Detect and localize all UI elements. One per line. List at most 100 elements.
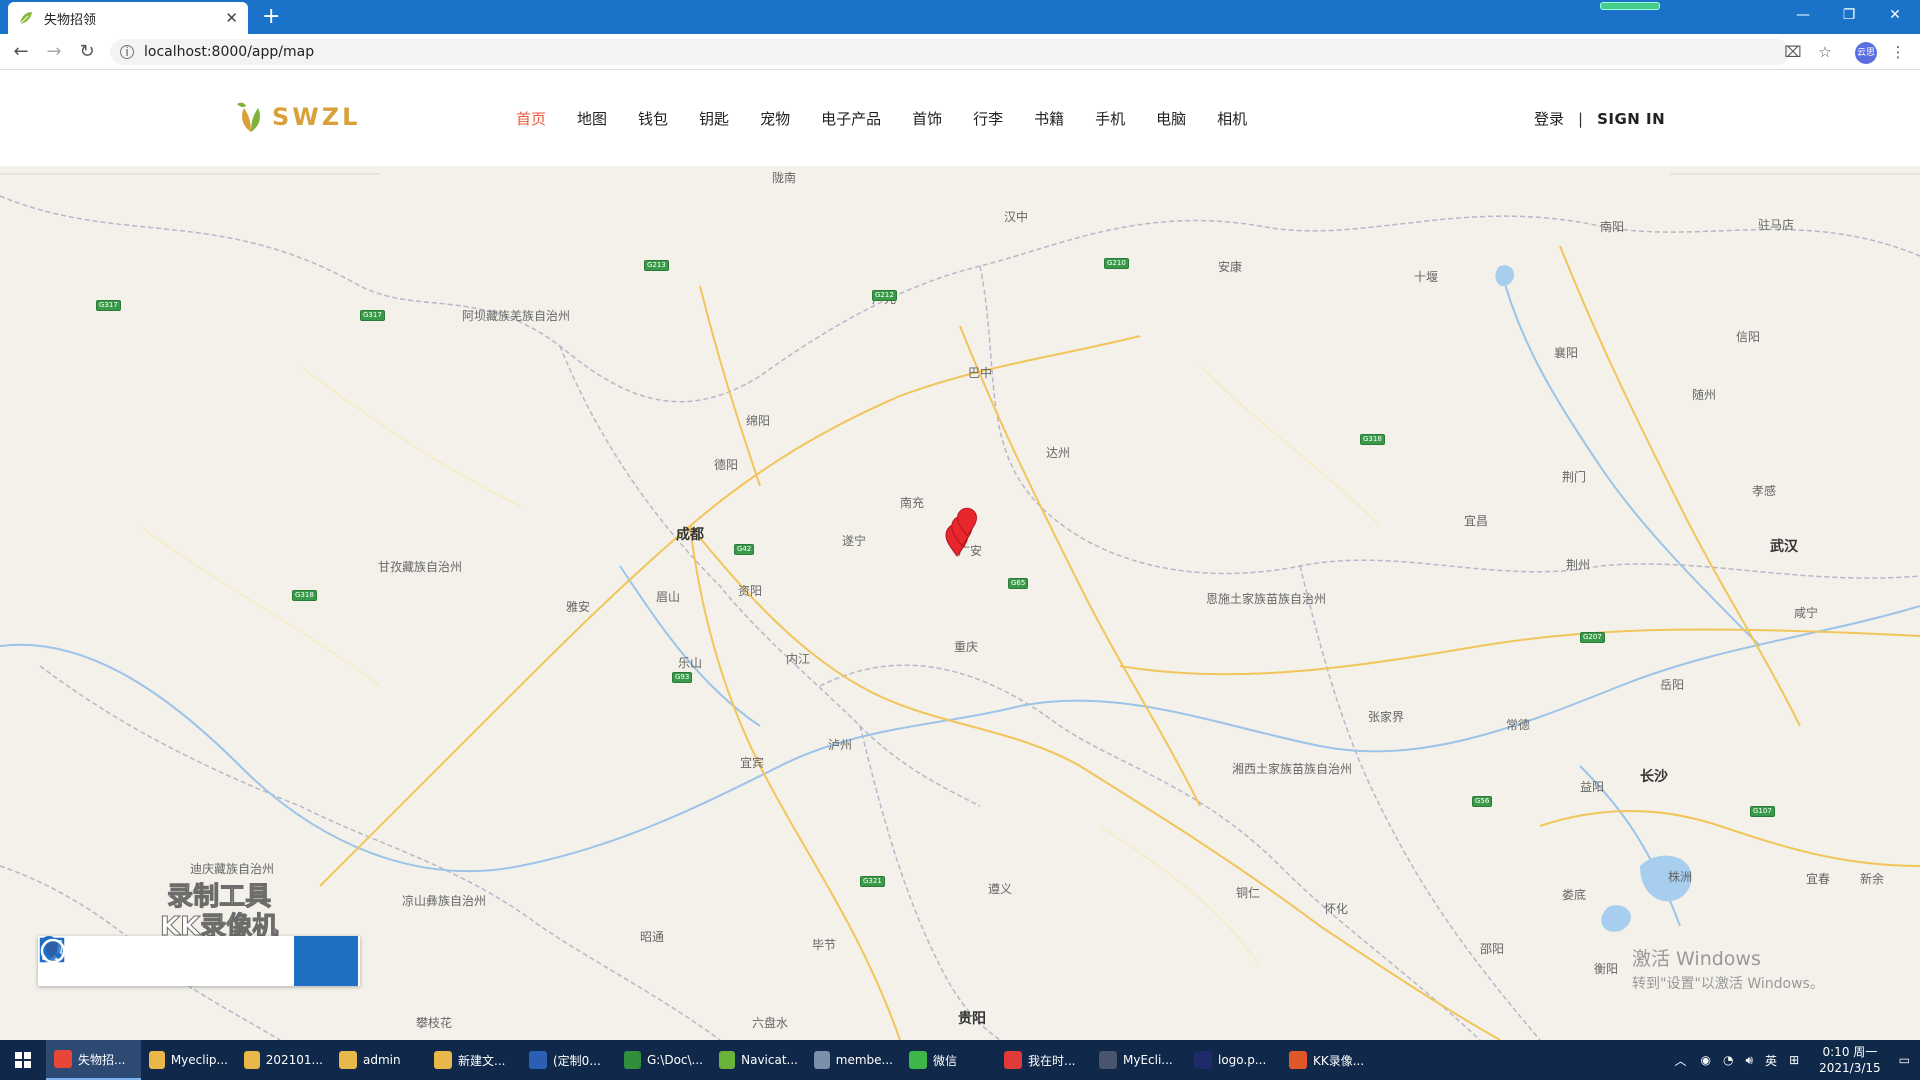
menu-dots-icon[interactable]: ⋮: [1888, 42, 1908, 62]
clock-time: 0:10 周一: [1822, 1045, 1878, 1059]
taskbar-app-button[interactable]: 202101...: [236, 1040, 331, 1080]
nav-item-luggage[interactable]: 行李: [973, 108, 1003, 129]
taskbar-clock[interactable]: 0:10 周一 2021/3/15: [1819, 1044, 1881, 1076]
taskbar-app-label: G:\Doc\...: [646, 1053, 703, 1067]
place-label: 常德: [1506, 718, 1531, 732]
app-icon: [909, 1051, 927, 1069]
wifi-icon[interactable]: ◔: [1723, 1053, 1733, 1067]
tray-overflow-icon[interactable]: ︿: [1675, 1052, 1687, 1069]
activate-title: 激活 Windows: [1632, 948, 1761, 970]
main-nav: 首页 地图 钱包 钥匙 宠物 电子产品 首饰 行李 书籍 手机 电脑 相机: [516, 108, 1278, 129]
nav-item-computers[interactable]: 电脑: [1156, 108, 1186, 129]
nav-item-keys[interactable]: 钥匙: [699, 108, 729, 129]
polyline-tool[interactable]: [40, 936, 166, 986]
taskbar-app-button[interactable]: membe...: [806, 1040, 901, 1080]
nav-item-home[interactable]: 首页: [516, 108, 546, 129]
nav-item-wallet[interactable]: 钱包: [638, 108, 668, 129]
forward-arrow-icon[interactable]: →: [43, 41, 65, 63]
taskbar-app-button[interactable]: (定制0...: [521, 1040, 616, 1080]
highway-shield: G93: [672, 672, 693, 683]
taskbar-app-label: logo.p...: [1218, 1053, 1267, 1067]
nav-item-cameras[interactable]: 相机: [1217, 108, 1247, 129]
highway-shield: G213: [644, 260, 669, 271]
taskbar-app-button[interactable]: KK录像...: [1281, 1040, 1376, 1080]
site-logo[interactable]: SWZL: [234, 100, 360, 134]
activate-subtitle: 转到"设置"以激活 Windows。: [1632, 976, 1824, 992]
tab-title: 失物招领: [44, 12, 97, 28]
login-link[interactable]: 登录: [1534, 108, 1564, 129]
site-header: SWZL 首页 地图 钱包 钥匙 宠物 电子产品 首饰 行李 书籍 手机 电脑 …: [0, 70, 1920, 166]
place-label: 孝感: [1752, 484, 1777, 498]
highway-shield: G107: [1750, 806, 1775, 817]
app-icon: [1289, 1051, 1307, 1069]
lost-item-marker-icon[interactable]: [954, 506, 980, 538]
leaf-favicon-icon: [19, 12, 32, 25]
bookmark-star-icon[interactable]: ☆: [1815, 42, 1835, 62]
notification-icon[interactable]: ▭: [1899, 1053, 1910, 1067]
taskbar-app-button[interactable]: logo.p...: [1186, 1040, 1281, 1080]
place-label: 泸州: [828, 738, 853, 752]
taskbar-app-label: Navicat...: [741, 1053, 798, 1067]
profile-avatar[interactable]: 云思: [1855, 42, 1877, 64]
taskbar-app-button[interactable]: MyEcli...: [1091, 1040, 1186, 1080]
close-tab-icon[interactable]: ✕: [225, 9, 238, 27]
taskbar-app-button[interactable]: Navicat...: [711, 1040, 806, 1080]
auth-divider: |: [1578, 109, 1584, 128]
url-omnibox[interactable]: i localhost:8000/app/map: [110, 39, 1790, 65]
nav-item-jewelry[interactable]: 首饰: [912, 108, 942, 129]
place-label: 武汉: [1770, 539, 1798, 555]
taskbar-app-button[interactable]: admin: [331, 1040, 426, 1080]
place-label: 张家界: [1368, 710, 1405, 724]
restore-button[interactable]: ❐: [1826, 0, 1872, 30]
keyboard-icon[interactable]: ⊞: [1789, 1053, 1799, 1067]
reload-icon[interactable]: ↻: [76, 41, 98, 63]
site-info-icon[interactable]: i: [120, 45, 134, 59]
app-icon: [1099, 1051, 1117, 1069]
highway-shield: G318: [292, 590, 317, 601]
new-tab-button[interactable]: +: [262, 6, 280, 28]
watermark-line: 录制工具: [167, 882, 272, 913]
ime-indicator[interactable]: 英: [1765, 1052, 1777, 1069]
polygon-tool[interactable]: [42, 936, 294, 986]
network-icon[interactable]: ◉: [1701, 1053, 1711, 1067]
place-label: 南充: [900, 496, 925, 510]
circle-tool[interactable]: [40, 936, 358, 986]
app-icon: [244, 1051, 260, 1069]
place-label: 娄底: [1562, 888, 1587, 902]
highway-shield: G65: [1008, 578, 1029, 589]
nav-item-books[interactable]: 书籍: [1034, 108, 1064, 129]
taskbar-app-button[interactable]: 失物招...: [46, 1040, 141, 1080]
nav-item-phones[interactable]: 手机: [1095, 108, 1125, 129]
nav-item-map[interactable]: 地图: [577, 108, 607, 129]
minimize-button[interactable]: —: [1780, 0, 1826, 30]
nav-item-pets[interactable]: 宠物: [760, 108, 790, 129]
signin-link[interactable]: SIGN IN: [1597, 110, 1665, 128]
taskbar-app-button[interactable]: 微信: [901, 1040, 996, 1080]
map-canvas[interactable]: 成都 武汉 长沙 贵阳 陇南 汉中 南阳 驻马店 安康 十堰 广元 巴中 襄阳 …: [0, 166, 1920, 1040]
start-button[interactable]: [0, 1040, 46, 1080]
place-label: 随州: [1692, 388, 1717, 402]
back-arrow-icon[interactable]: ←: [10, 41, 32, 63]
place-label: 贵阳: [958, 1011, 986, 1027]
highway-shield: G207: [1580, 632, 1605, 643]
nav-item-electronics[interactable]: 电子产品: [821, 108, 881, 129]
volume-icon[interactable]: 🔊︎: [1745, 1053, 1753, 1068]
taskbar-app-button[interactable]: 新建文...: [426, 1040, 521, 1080]
highway-shield: G56: [1472, 796, 1493, 807]
close-window-button[interactable]: ✕: [1872, 0, 1918, 30]
recording-indicator: [1600, 2, 1660, 10]
browser-titlebar: 失物招领 ✕ + — ❐ ✕: [0, 0, 1920, 34]
translate-icon[interactable]: ⌧: [1783, 42, 1803, 62]
taskbar-app-button[interactable]: 我在时...: [996, 1040, 1091, 1080]
place-label: 乐山: [678, 656, 703, 670]
place-label: 遵义: [988, 882, 1013, 896]
place-label: 毕节: [812, 938, 837, 952]
place-label: 甘孜藏族自治州: [378, 560, 463, 574]
place-label: 荆州: [1566, 558, 1591, 572]
browser-tab[interactable]: 失物招领 ✕: [8, 2, 248, 34]
rectangle-tool[interactable]: [39, 936, 230, 986]
place-label: 益阳: [1580, 780, 1605, 794]
taskbar-app-button[interactable]: G:\Doc\...: [616, 1040, 711, 1080]
taskbar-app-label: Myeclip...: [170, 1053, 228, 1067]
taskbar-app-button[interactable]: Myeclip...: [141, 1040, 236, 1080]
